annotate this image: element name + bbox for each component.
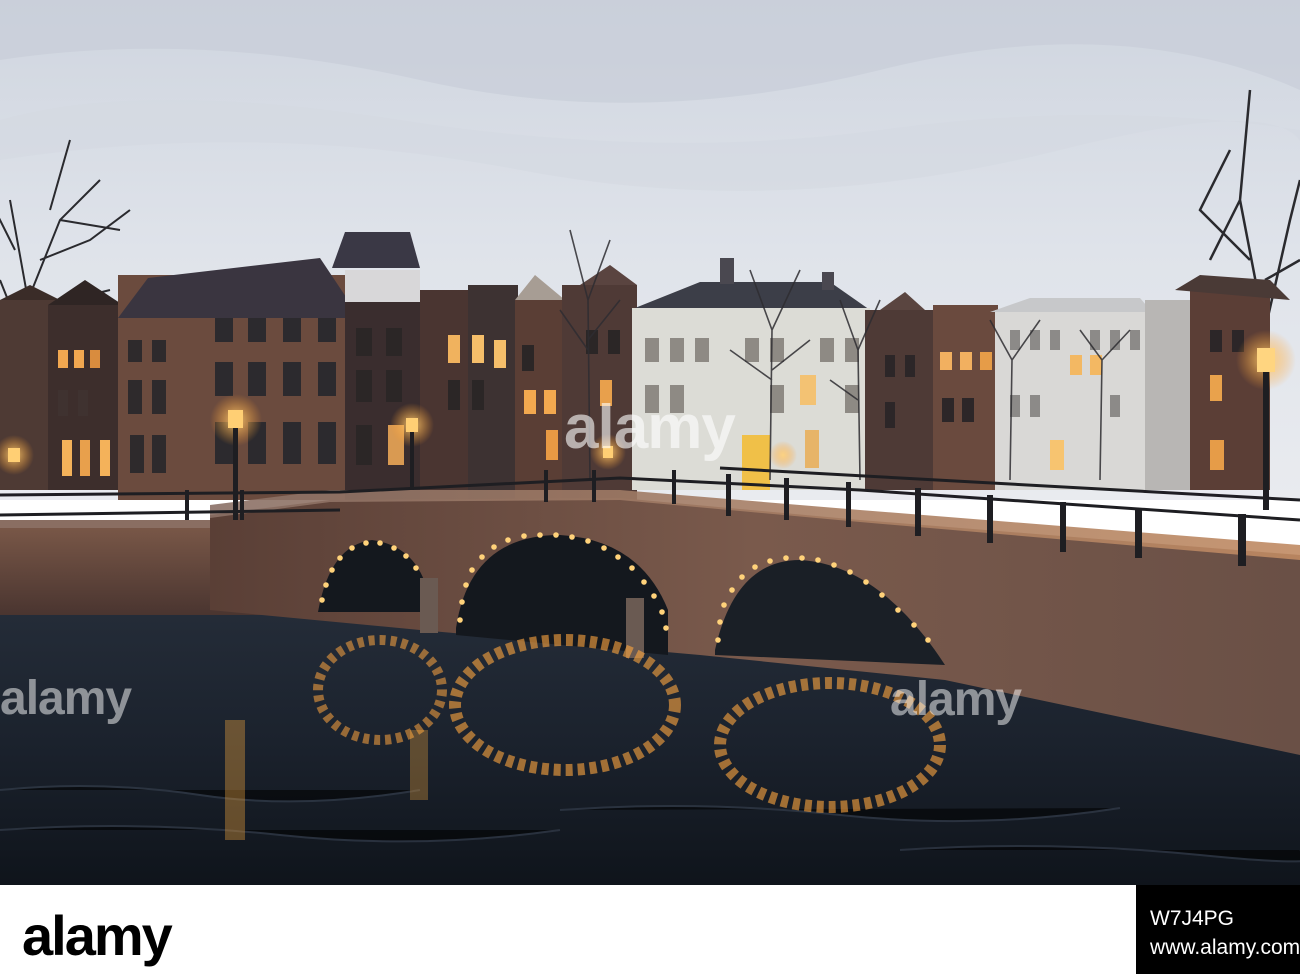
footer-id-panel: W7J4PG www.alamy.com (1136, 885, 1300, 974)
photo-scene (0, 0, 1300, 885)
canal-bridge-photo (0, 0, 1300, 885)
image-id: W7J4PG (1150, 907, 1235, 930)
stock-footer: alamy W7J4PG www.alamy.com (0, 885, 1300, 974)
footer-url[interactable]: www.alamy.com (1150, 937, 1300, 959)
footer-logo[interactable]: alamy (22, 903, 173, 968)
